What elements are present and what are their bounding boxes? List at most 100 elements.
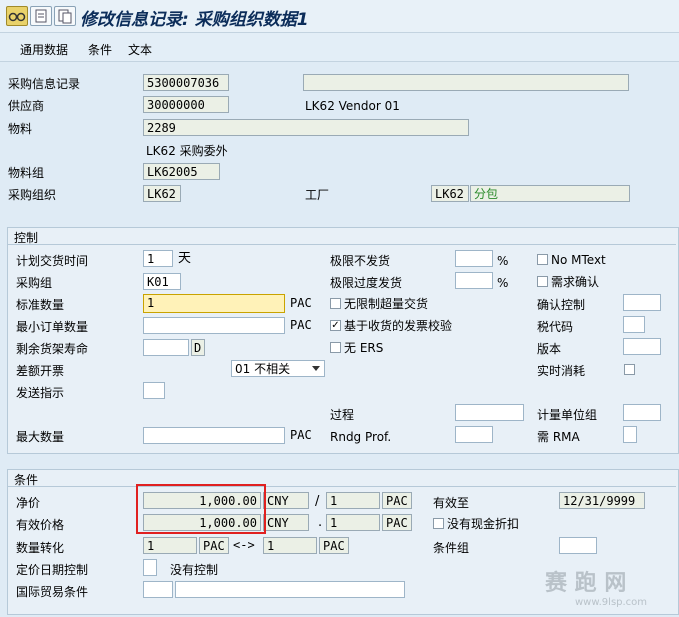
- version-field[interactable]: [623, 338, 661, 355]
- price-date-field[interactable]: [143, 559, 157, 576]
- material-group-label: 物料组: [8, 166, 45, 180]
- qty-conv-from: 1: [143, 537, 197, 554]
- control-divider: [8, 244, 676, 245]
- purch-group-field[interactable]: K01: [143, 273, 181, 290]
- cond-group-label: 条件组: [433, 541, 470, 555]
- menu-bar: 通用数据 条件 文本: [0, 33, 679, 62]
- uom-group-field[interactable]: [623, 404, 661, 421]
- gr-based-checkbox[interactable]: ✓: [330, 320, 341, 331]
- max-qty-field[interactable]: [143, 427, 285, 444]
- conf-ctrl-field[interactable]: [623, 294, 661, 311]
- ack-req-label: 需求确认: [551, 275, 600, 289]
- info-record-desc-field: [303, 74, 629, 91]
- std-qty-field[interactable]: 1: [143, 294, 285, 313]
- no-ers-label: 无 ERS: [344, 341, 384, 355]
- net-price-unit: PAC: [382, 492, 412, 509]
- eff-price-separator: .: [318, 515, 323, 530]
- under-tol-unit: %: [497, 254, 509, 268]
- ship-instr-label: 发送指示: [16, 386, 65, 400]
- material-label: 物料: [8, 122, 33, 136]
- window-title: 修改信息记录: 采购组织数据1: [80, 10, 309, 30]
- procedure-label: 过程: [330, 408, 355, 422]
- ship-instr-field[interactable]: [143, 382, 165, 399]
- gr-based-label: 基于收货的发票校验: [344, 319, 453, 333]
- menu-general-data[interactable]: 通用数据: [20, 41, 68, 58]
- price-highlight-box: [136, 484, 266, 534]
- info-record-label: 采购信息记录: [8, 77, 81, 91]
- no-cash-disc-label: 没有现金折扣: [447, 517, 520, 531]
- no-ers-checkbox[interactable]: [330, 342, 341, 353]
- net-price-currency: CNY: [263, 492, 309, 509]
- qty-conv-arrow: <->: [233, 538, 255, 552]
- min-order-unit: PAC: [290, 318, 312, 332]
- no-mtext-checkbox[interactable]: [537, 254, 548, 265]
- net-price-per: 1: [326, 492, 380, 509]
- planned-delivery-field[interactable]: 1: [143, 250, 173, 267]
- no-mtext-label: No MText: [551, 253, 606, 267]
- uom-group-label: 计量单位组: [537, 408, 598, 422]
- diff-invoice-select[interactable]: 01 不相关: [231, 360, 325, 377]
- diff-invoice-label: 差额开票: [16, 364, 65, 378]
- incoterms-field-2[interactable]: [175, 581, 405, 598]
- std-qty-unit: PAC: [290, 296, 312, 310]
- vendor-label: 供应商: [8, 99, 45, 113]
- material-desc: LK62 采购委外: [146, 144, 228, 158]
- procedure-field[interactable]: [455, 404, 524, 421]
- std-qty-label: 标准数量: [16, 298, 65, 312]
- purch-org-field: LK62: [143, 185, 181, 202]
- eff-price-label: 有效价格: [16, 518, 65, 532]
- rma-label: 需 RMA: [537, 430, 580, 444]
- no-cash-disc-checkbox[interactable]: [433, 518, 444, 529]
- document-alt-icon[interactable]: [54, 6, 76, 26]
- ack-req-checkbox[interactable]: [537, 276, 548, 287]
- shelf-life-field[interactable]: [143, 339, 189, 356]
- purch-group-label: 采购组: [16, 276, 53, 290]
- over-tol-unit: %: [497, 276, 509, 290]
- document-icon[interactable]: [30, 6, 52, 26]
- unlimited-checkbox[interactable]: [330, 298, 341, 309]
- conditions-divider: [8, 486, 676, 487]
- planned-delivery-unit: 天: [178, 251, 192, 266]
- shelf-life-label: 剩余货架寿命: [16, 342, 89, 356]
- plant-label: 工厂: [305, 188, 330, 202]
- info-record-field: 5300007036: [143, 74, 229, 91]
- plant-desc-field: 分包: [470, 185, 630, 202]
- under-tol-label: 极限不发货: [330, 254, 391, 268]
- qty-conv-from-unit: PAC: [199, 537, 229, 554]
- shelf-life-unit: D: [191, 339, 205, 356]
- material-group-field: LK62005: [143, 163, 220, 180]
- vendor-name: LK62 Vendor 01: [305, 99, 400, 113]
- cond-group-field[interactable]: [559, 537, 597, 554]
- max-qty-unit: PAC: [290, 428, 312, 442]
- version-label: 版本: [537, 342, 562, 356]
- watermark-url: www.9lsp.com: [575, 597, 648, 608]
- rndg-field[interactable]: [455, 426, 493, 443]
- valid-to-field: 12/31/9999: [559, 492, 645, 509]
- menu-conditions[interactable]: 条件: [88, 41, 112, 58]
- max-qty-label: 最大数量: [16, 430, 65, 444]
- over-tol-field[interactable]: [455, 272, 493, 289]
- price-date-desc: 没有控制: [170, 563, 219, 577]
- eff-price-unit: PAC: [382, 514, 412, 531]
- plant-field: LK62: [431, 185, 469, 202]
- vendor-field: 30000000: [143, 96, 229, 113]
- menu-texts[interactable]: 文本: [128, 41, 152, 58]
- chevron-down-icon[interactable]: [312, 366, 320, 371]
- tax-code-field[interactable]: [623, 316, 645, 333]
- planned-delivery-label: 计划交货时间: [16, 254, 89, 268]
- qty-conv-to-unit: PAC: [319, 537, 349, 554]
- eff-price-currency: CNY: [263, 514, 309, 531]
- rma-field[interactable]: [623, 426, 637, 443]
- valid-to-label: 有效至: [433, 496, 470, 510]
- min-order-field[interactable]: [143, 317, 285, 334]
- under-tol-field[interactable]: [455, 250, 493, 267]
- conf-ctrl-label: 确认控制: [537, 298, 586, 312]
- rndg-label: Rndg Prof.: [330, 430, 392, 444]
- watermark-logo: 赛 跑 网: [545, 571, 627, 596]
- diff-invoice-value: 01 不相关: [235, 362, 291, 376]
- realtime-checkbox[interactable]: [624, 364, 635, 375]
- qty-conv-label: 数量转化: [16, 541, 65, 555]
- incoterms-field-1[interactable]: [143, 581, 173, 598]
- glasses-icon[interactable]: [6, 6, 28, 26]
- material-field: 2289: [143, 119, 469, 136]
